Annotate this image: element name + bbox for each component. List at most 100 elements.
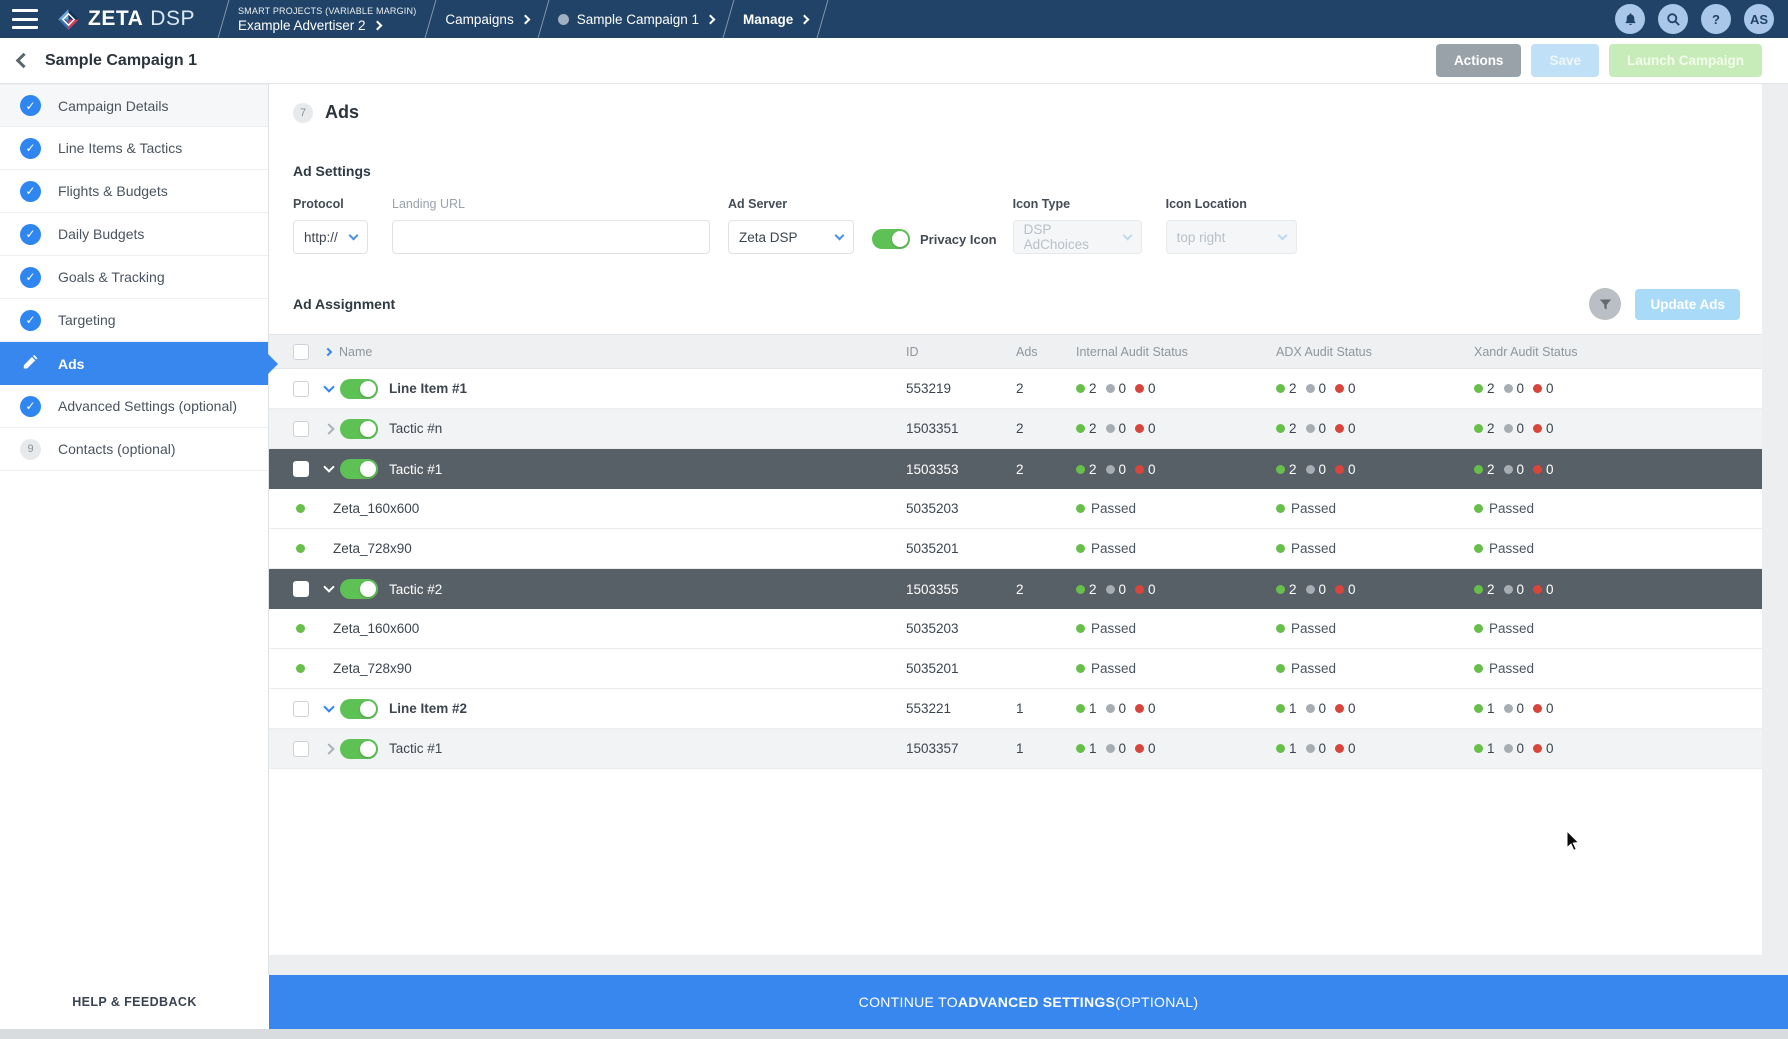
hamburger-menu-icon[interactable] (12, 9, 38, 29)
continue-button[interactable]: CONTINUE TO ADVANCED SETTINGS (OPTIONAL) (269, 975, 1788, 1029)
sidebar-item-label: Ads (58, 356, 84, 372)
row-checkbox[interactable] (293, 381, 309, 397)
audit-count: 0 (1348, 582, 1356, 597)
row-checkbox[interactable] (293, 701, 309, 717)
privacy-icon-toggle[interactable] (872, 229, 910, 249)
sidebar-item-advanced-settings-optional[interactable]: ✓Advanced Settings (optional) (0, 385, 268, 428)
audit-status-passed: Passed (1076, 661, 1276, 676)
icon-location-select[interactable]: top right (1166, 220, 1297, 254)
landing-url-input[interactable] (392, 220, 710, 254)
sidebar-item-daily-budgets[interactable]: ✓Daily Budgets (0, 213, 268, 256)
row-collapse-chevron[interactable] (323, 461, 334, 472)
audit-count: 0 (1148, 381, 1156, 396)
green-dot-icon (1474, 704, 1483, 713)
ad-assignment-heading: Ad Assignment (293, 296, 395, 312)
breadcrumb-item-manage[interactable]: Manage (743, 0, 808, 38)
breadcrumb-label: Manage (743, 12, 793, 27)
green-dot-icon (1076, 664, 1085, 673)
sidebar-item-flights-budgets[interactable]: ✓Flights & Budgets (0, 170, 268, 213)
sidebar-item-line-items-tactics[interactable]: ✓Line Items & Tactics (0, 127, 268, 170)
table-row-tactic-2[interactable]: Tactic #215033552200200200 (269, 569, 1762, 609)
table-row-zeta-160x600[interactable]: Zeta_160x6005035203PassedPassedPassed (269, 489, 1762, 529)
row-collapse-chevron[interactable] (323, 701, 334, 712)
gray-dot-icon (1306, 585, 1315, 594)
row-enabled-toggle[interactable] (340, 379, 378, 399)
app-window: ZETA DSP SMART PROJECTS (VARIABLE MARGIN… (0, 0, 1788, 1039)
sidebar-item-targeting[interactable]: ✓Targeting (0, 299, 268, 342)
section-title: Ads (325, 102, 359, 123)
sidebar-item-label: Campaign Details (58, 98, 169, 114)
actions-button[interactable]: Actions (1436, 44, 1522, 77)
breadcrumb-item-example-advertiser-2[interactable]: SMART PROJECTS (VARIABLE MARGIN)Example … (238, 0, 416, 38)
check-icon: ✓ (20, 95, 41, 116)
brand-name: ZETA (88, 7, 143, 31)
table-row-zeta-160x600[interactable]: Zeta_160x6005035203PassedPassedPassed (269, 609, 1762, 649)
select-all-checkbox[interactable] (293, 344, 309, 360)
green-dot-icon (1474, 424, 1483, 433)
help-button[interactable]: ? (1701, 4, 1731, 34)
back-button[interactable] (16, 53, 32, 69)
audit-status-counts: 200 (1474, 462, 1762, 477)
green-dot-icon (1276, 424, 1285, 433)
table-row-tactic-1[interactable]: Tactic #115033571100100100 (269, 729, 1762, 769)
table-row-zeta-728x90[interactable]: Zeta_728x905035201PassedPassedPassed (269, 529, 1762, 569)
cell-id: 553219 (906, 381, 1016, 396)
brand-logo[interactable]: ZETA DSP (56, 7, 195, 32)
green-dot-icon (1276, 624, 1285, 633)
filter-button[interactable] (1589, 288, 1621, 320)
row-checkbox[interactable] (293, 461, 309, 477)
launch-campaign-button[interactable]: Launch Campaign (1609, 44, 1762, 77)
audit-count: 2 (1089, 421, 1097, 436)
row-expand-chevron[interactable] (323, 423, 334, 434)
ad-name: Zeta_160x600 (333, 501, 419, 516)
column-xandr-audit-status: Xandr Audit Status (1474, 345, 1762, 359)
row-enabled-toggle[interactable] (340, 739, 378, 759)
table-row-tactic-1[interactable]: Tactic #115033532200200200 (269, 449, 1762, 489)
update-ads-button[interactable]: Update Ads (1635, 289, 1740, 320)
sidebar-item-goals-tracking[interactable]: ✓Goals & Tracking (0, 256, 268, 299)
row-collapse-chevron[interactable] (323, 381, 334, 392)
row-checkbox[interactable] (293, 421, 309, 437)
breadcrumb-item-campaigns[interactable]: Campaigns (445, 0, 528, 38)
brand-suffix: DSP (150, 7, 195, 31)
sidebar-item-contacts-optional[interactable]: 9Contacts (optional) (0, 428, 268, 471)
breadcrumb-eyebrow: SMART PROJECTS (VARIABLE MARGIN) (238, 6, 416, 16)
save-button[interactable]: Save (1531, 44, 1599, 77)
row-checkbox[interactable] (293, 741, 309, 757)
table-row-line-item-2[interactable]: Line Item #25532211100100100 (269, 689, 1762, 729)
sidebar-item-ads[interactable]: Ads (0, 342, 268, 385)
row-checkbox[interactable] (293, 581, 309, 597)
row-enabled-toggle[interactable] (340, 699, 378, 719)
chevron-right-icon (520, 14, 530, 24)
row-enabled-toggle[interactable] (340, 579, 378, 599)
audit-count: 2 (1487, 381, 1495, 396)
icon-type-select[interactable]: DSP AdChoices (1013, 220, 1142, 254)
notifications-button[interactable] (1615, 4, 1645, 34)
cell-id: 5035203 (906, 621, 1016, 636)
protocol-select[interactable]: http:// (293, 220, 368, 254)
avatar[interactable]: AS (1744, 4, 1774, 34)
red-dot-icon (1135, 704, 1144, 713)
breadcrumb-item-sample-campaign-1[interactable]: Sample Campaign 1 (558, 0, 714, 38)
row-collapse-chevron[interactable] (323, 581, 334, 592)
search-icon (1666, 12, 1681, 27)
help-feedback-button[interactable]: HELP & FEEDBACK (0, 975, 269, 1029)
row-enabled-toggle[interactable] (340, 459, 378, 479)
sidebar-item-campaign-details[interactable]: ✓ Campaign Details (0, 84, 268, 127)
search-button[interactable] (1658, 4, 1688, 34)
table-row-line-item-1[interactable]: Line Item #15532192200200200 (269, 369, 1762, 409)
table-row-tactic-n[interactable]: Tactic #n15033512200200200 (269, 409, 1762, 449)
table-row-zeta-728x90[interactable]: Zeta_728x905035201PassedPassedPassed (269, 649, 1762, 689)
audit-count: 0 (1546, 582, 1554, 597)
row-enabled-toggle[interactable] (340, 419, 378, 439)
bell-icon (1623, 12, 1638, 27)
audit-count: 0 (1319, 741, 1327, 756)
gray-dot-icon (1306, 465, 1315, 474)
audit-count: 2 (1487, 462, 1495, 477)
breadcrumb-divider (218, 0, 230, 38)
landing-url-label: Landing URL (392, 197, 710, 211)
audit-count: 0 (1119, 381, 1127, 396)
row-expand-chevron[interactable] (323, 743, 334, 754)
ad-server-select[interactable]: Zeta DSP (728, 220, 854, 254)
audit-status-passed: Passed (1474, 661, 1762, 676)
